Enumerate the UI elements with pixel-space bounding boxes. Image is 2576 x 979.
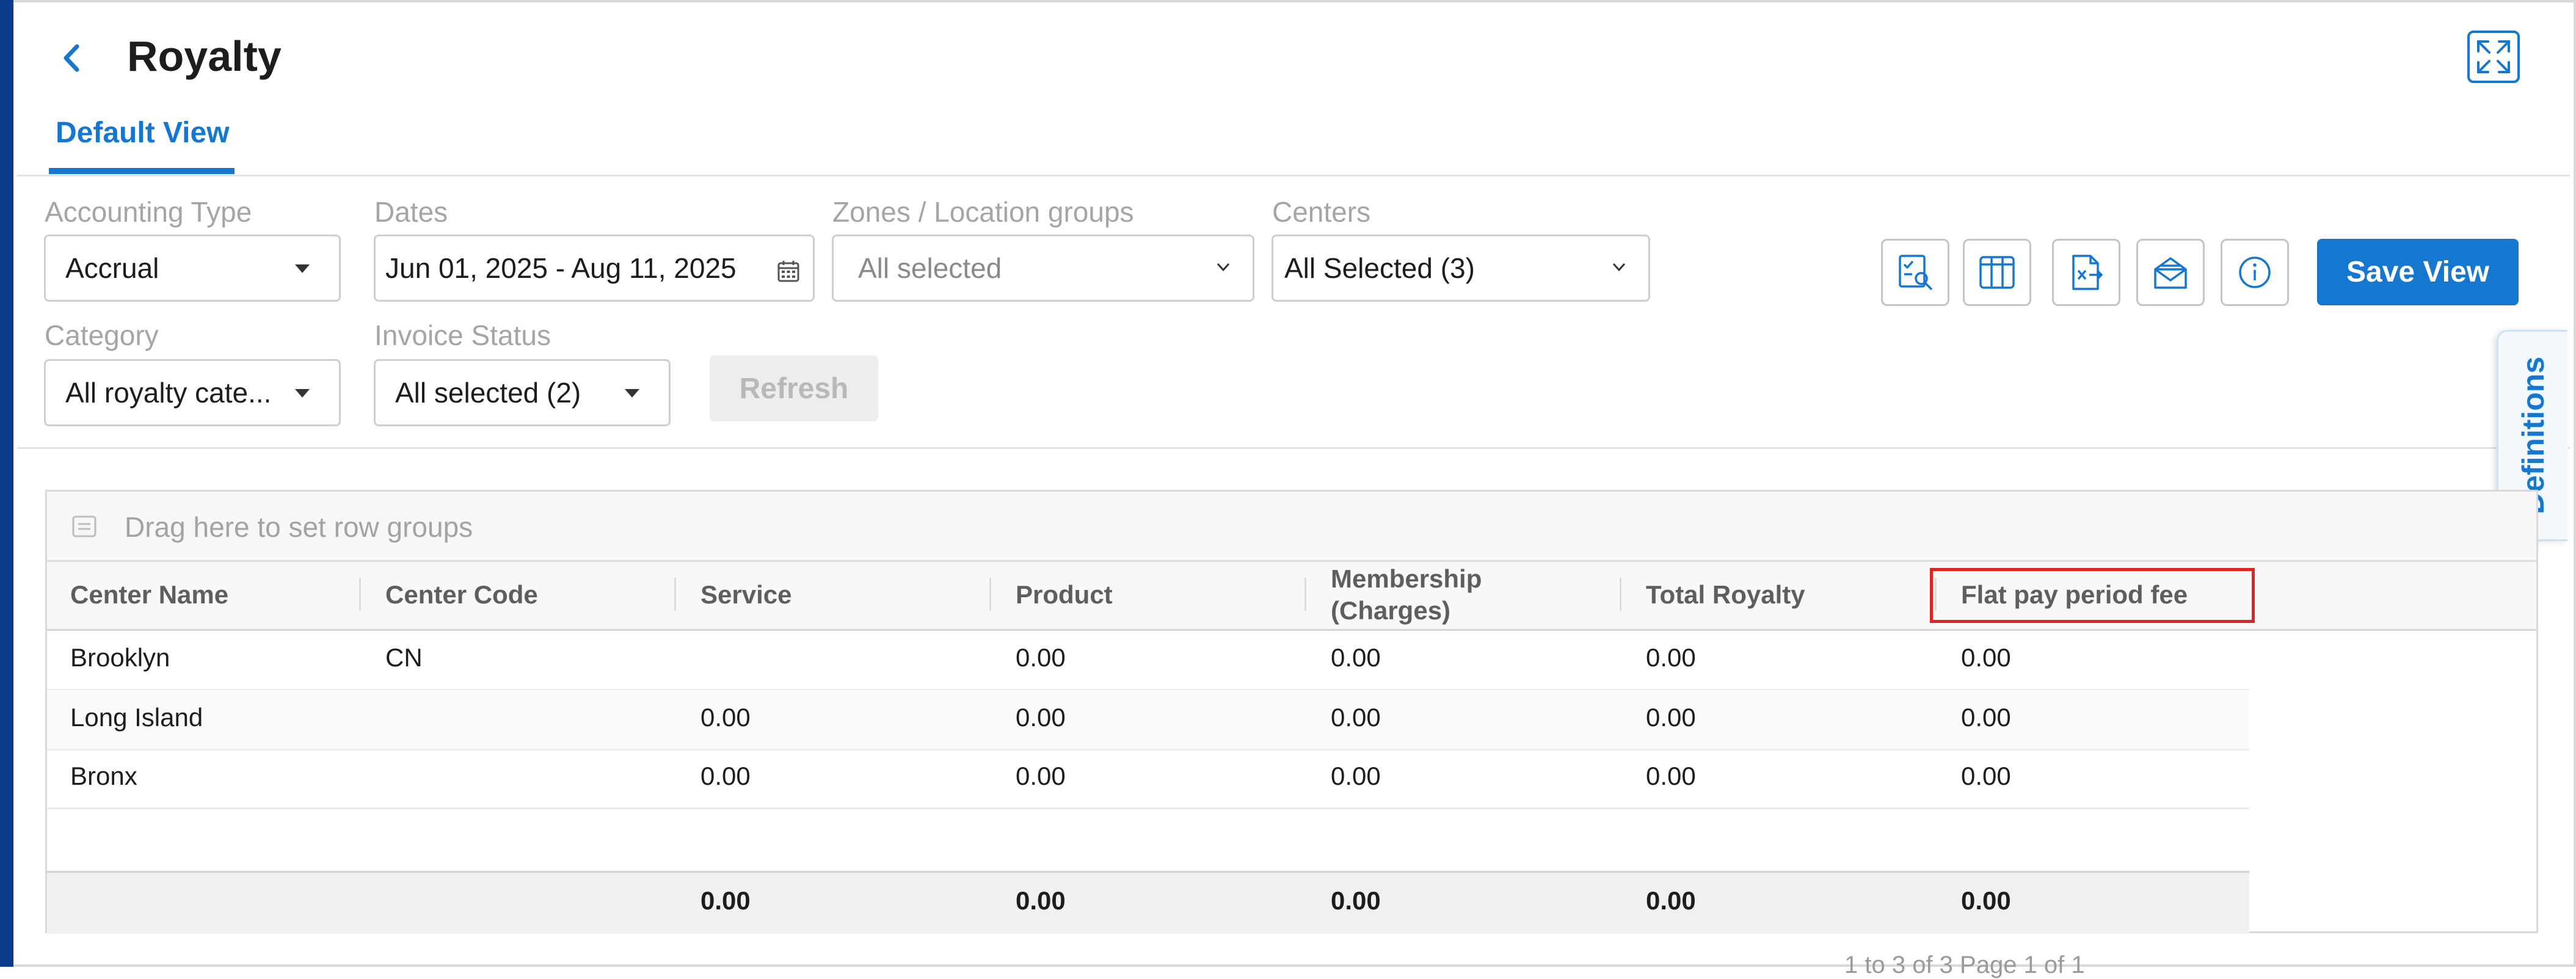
column-chooser-icon[interactable]: [1881, 239, 1949, 306]
info-icon[interactable]: [2221, 239, 2289, 306]
column-header-membership[interactable]: Membership (Charges): [1331, 563, 1482, 627]
cell-product: 0.00: [1016, 643, 1066, 672]
column-separator: [1620, 578, 1621, 611]
accounting-type-label: Accounting Type: [45, 196, 252, 228]
export-excel-icon[interactable]: [2052, 239, 2120, 306]
total-service: 0.00: [700, 886, 751, 915]
filters-divider: [17, 447, 2570, 449]
category-select[interactable]: All royalty cate...: [44, 359, 341, 426]
refresh-button[interactable]: Refresh: [710, 355, 878, 421]
cell-center-name: Brooklyn: [70, 643, 170, 672]
row-group-hint: Drag here to set row groups: [125, 511, 473, 543]
cell-total-royalty: 0.00: [1646, 703, 1696, 732]
zones-select[interactable]: All selected: [832, 235, 1254, 302]
column-separator: [989, 578, 991, 611]
caret-down-icon: [295, 264, 310, 273]
cell-membership: 0.00: [1331, 762, 1381, 790]
chevron-down-icon: [1217, 263, 1230, 272]
total-royalty: 0.00: [1646, 886, 1696, 915]
cell-service: 0.00: [700, 703, 751, 732]
back-chevron-icon[interactable]: [59, 40, 83, 76]
invoice-status-select[interactable]: All selected (2): [374, 359, 671, 426]
cell-center-name: Bronx: [70, 762, 137, 790]
column-header-center-name[interactable]: Center Name: [70, 579, 228, 611]
cell-total-royalty: 0.00: [1646, 643, 1696, 672]
cell-product: 0.00: [1016, 762, 1066, 790]
zones-label: Zones / Location groups: [832, 196, 1134, 228]
chevron-down-icon: [1612, 263, 1626, 272]
cell-center-code: CN: [385, 643, 423, 672]
centers-select[interactable]: All Selected (3): [1272, 235, 1650, 302]
membership-header-line2: (Charges): [1331, 596, 1451, 625]
category-value: All royalty cate...: [65, 377, 272, 409]
column-separator: [1304, 578, 1306, 611]
column-separator: [359, 578, 361, 611]
tab-default-view[interactable]: Default View: [56, 116, 230, 150]
column-header-service[interactable]: Service: [700, 579, 791, 611]
cell-membership: 0.00: [1331, 643, 1381, 672]
cell-service: 0.00: [700, 762, 751, 790]
cell-flat-fee: 0.00: [1961, 762, 2011, 790]
dates-value: Jun 01, 2025 - Aug 11, 2025: [385, 252, 737, 284]
column-header-center-code[interactable]: Center Code: [385, 579, 538, 611]
total-flat-fee: 0.00: [1961, 886, 2011, 915]
active-tab-indicator: [49, 168, 235, 174]
table-row[interactable]: [47, 749, 2249, 809]
highlight-annotation-box: [1930, 568, 2255, 623]
row-group-icon: [71, 513, 98, 543]
dates-label: Dates: [374, 196, 448, 228]
centers-value: All Selected (3): [1284, 252, 1475, 284]
column-separator: [674, 578, 676, 611]
column-header-total-royalty[interactable]: Total Royalty: [1646, 579, 1805, 611]
caret-down-icon: [295, 389, 310, 398]
columns-icon[interactable]: [1963, 239, 2031, 306]
email-report-icon[interactable]: [2136, 239, 2205, 306]
cell-flat-fee: 0.00: [1961, 703, 2011, 732]
totals-row: [47, 871, 2249, 934]
invoice-status-label: Invoice Status: [374, 319, 551, 351]
accounting-type-value: Accrual: [65, 252, 159, 284]
cell-membership: 0.00: [1331, 703, 1381, 732]
table-row[interactable]: [47, 690, 2249, 751]
table-row[interactable]: [47, 630, 2249, 691]
cell-product: 0.00: [1016, 703, 1066, 732]
left-nav-bar: [0, 0, 13, 967]
pagination-summary: 1 to 3 of 3 Page 1 of 1: [1844, 952, 2085, 978]
centers-label: Centers: [1272, 196, 1371, 228]
zones-placeholder: All selected: [858, 252, 1002, 284]
calendar-icon[interactable]: [776, 257, 801, 290]
category-label: Category: [45, 319, 159, 351]
total-product: 0.00: [1016, 886, 1066, 915]
tab-divider: [17, 175, 2570, 177]
cell-total-royalty: 0.00: [1646, 762, 1696, 790]
invoice-status-value: All selected (2): [395, 377, 581, 409]
cell-center-name: Long Island: [70, 703, 203, 732]
membership-header-line1: Membership: [1331, 564, 1482, 593]
fullscreen-expand-icon[interactable]: [2467, 31, 2520, 83]
total-membership: 0.00: [1331, 886, 1381, 915]
save-view-button[interactable]: Save View: [2317, 239, 2519, 305]
page-title: Royalty: [127, 32, 282, 80]
column-header-product[interactable]: Product: [1016, 579, 1113, 611]
accounting-type-select[interactable]: Accrual: [44, 235, 341, 302]
cell-flat-fee: 0.00: [1961, 643, 2011, 672]
dates-range-input[interactable]: Jun 01, 2025 - Aug 11, 2025: [374, 235, 815, 302]
caret-down-icon: [625, 389, 639, 398]
